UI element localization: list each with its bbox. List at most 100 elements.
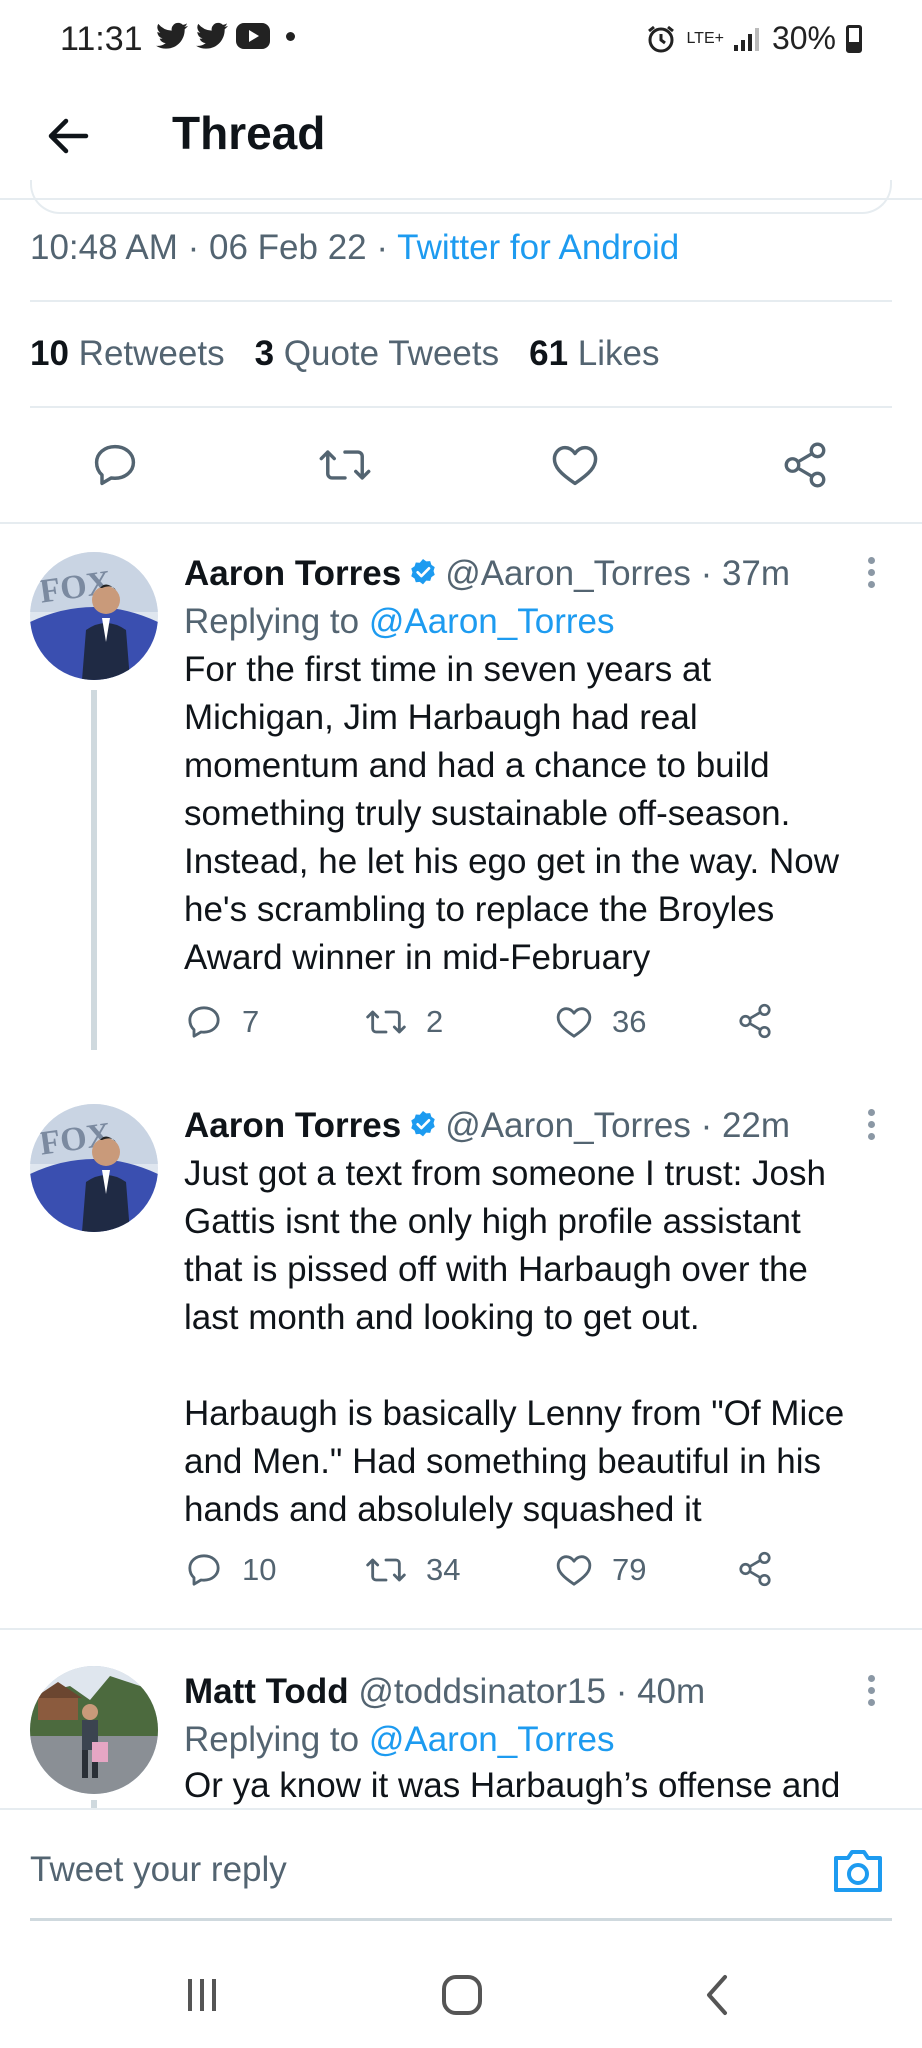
tweet-meta: 10:48 AM · 06 Feb 22 · Twitter for Andro…	[30, 228, 679, 268]
retweet-count: 34	[426, 1552, 461, 1587]
more-options-button[interactable]	[864, 1670, 878, 1710]
tweet-header: Aaron Torres @Aaron_Torres · 37m	[184, 554, 790, 594]
heart-icon	[552, 445, 598, 486]
tweet-stats: 10 Retweets 3 Quote Tweets 61 Likes	[30, 334, 660, 374]
tweet-actions	[0, 430, 922, 500]
reply-button[interactable]: 10	[184, 1550, 276, 1590]
likes-stat[interactable]: 61 Likes	[529, 334, 659, 374]
tweet-age: · 40m	[615, 1672, 706, 1711]
reply-composer: Tweet your reply	[0, 1808, 922, 1920]
avatar-image: FOX	[30, 552, 158, 680]
author-name[interactable]: Aaron Torres	[184, 554, 401, 593]
avatar[interactable]: FOX	[30, 1104, 158, 1232]
share-icon	[739, 1551, 771, 1587]
author-handle[interactable]: @Aaron_Torres	[445, 554, 691, 593]
chevron-left-icon	[707, 1975, 727, 2015]
retweets-label: Retweets	[78, 334, 225, 373]
retweet-icon	[319, 450, 371, 480]
replying-to: Replying to @Aaron_Torres	[184, 1720, 614, 1760]
composer-underline	[30, 1918, 892, 1921]
tweet-text: Just got a text from someone I trust: Jo…	[184, 1154, 845, 1529]
avatar[interactable]	[30, 1666, 158, 1794]
tweet-header: Aaron Torres @Aaron_Torres · 22m	[184, 1106, 790, 1146]
tweet-action-bar: 10 34 79	[184, 1550, 804, 1600]
like-button[interactable]	[540, 430, 610, 500]
camera-button[interactable]	[830, 1846, 886, 1896]
reply-tweet[interactable]: FOX Aaron Torres @Aaron_Torres · 37m Repl…	[0, 540, 922, 1080]
like-button[interactable]: 36	[554, 1002, 646, 1042]
avatar[interactable]: FOX	[30, 552, 158, 680]
quotes-label: Quote Tweets	[283, 334, 500, 373]
page-title: Thread	[172, 107, 326, 159]
like-button[interactable]: 79	[554, 1550, 646, 1590]
twitter-icon	[196, 22, 228, 49]
retweet-button[interactable]	[310, 430, 380, 500]
likes-label: Likes	[577, 334, 660, 373]
quotes-stat[interactable]: 3 Quote Tweets	[255, 334, 500, 374]
retweet-button[interactable]: 34	[364, 1550, 460, 1590]
more-options-button[interactable]	[864, 1104, 878, 1144]
more-options-button[interactable]	[864, 552, 878, 592]
replying-to-handle[interactable]: @Aaron_Torres	[369, 1720, 615, 1759]
divider	[0, 1628, 922, 1630]
divider	[0, 522, 922, 524]
youtube-icon	[236, 23, 270, 49]
reply-input[interactable]: Tweet your reply	[30, 1850, 287, 1890]
comment-icon	[188, 1554, 220, 1586]
share-icon	[784, 442, 826, 488]
replying-to-label: Replying to	[184, 602, 360, 641]
thread-line	[91, 1800, 97, 1808]
home-icon	[442, 1975, 482, 2015]
back-button[interactable]	[40, 108, 96, 164]
share-icon	[739, 1003, 771, 1039]
status-time: 11:31	[60, 20, 143, 58]
like-count: 36	[612, 1004, 647, 1039]
quotes-count: 3	[254, 334, 275, 373]
divider	[30, 406, 892, 408]
comment-icon	[94, 444, 136, 486]
author-name[interactable]: Matt Todd	[184, 1672, 349, 1711]
retweet-icon	[366, 1558, 406, 1582]
reply-tweet[interactable]: FOX Aaron Torres @Aaron_Torres · 22m Just…	[0, 1090, 922, 1610]
tweet-age: · 37m	[700, 554, 791, 593]
status-right: LTE+ 30%	[646, 20, 862, 57]
reply-count: 10	[242, 1552, 277, 1587]
share-button[interactable]	[770, 430, 840, 500]
twitter-icon	[156, 22, 188, 49]
home-button[interactable]	[432, 1970, 492, 2020]
meta-separator: ·	[187, 228, 210, 267]
author-handle[interactable]: @Aaron_Torres	[445, 1106, 691, 1145]
reply-button[interactable]	[80, 430, 150, 500]
network-type: LTE+	[686, 29, 724, 47]
retweet-icon	[366, 1010, 406, 1034]
comment-icon	[188, 1006, 220, 1038]
dot-icon	[286, 31, 295, 41]
retweet-button[interactable]: 2	[364, 1002, 443, 1042]
reply-button[interactable]: 7	[184, 1002, 259, 1042]
replying-to-handle[interactable]: @Aaron_Torres	[369, 602, 615, 641]
retweet-count: 2	[426, 1004, 444, 1039]
system-nav-bar	[0, 1940, 922, 2048]
likes-count: 61	[529, 334, 569, 373]
battery-icon	[846, 24, 862, 53]
recents-icon	[188, 1979, 216, 2011]
like-count: 79	[612, 1552, 647, 1587]
status-bar: 11:31 LTE+ 30%	[0, 0, 922, 80]
tweet-action-bar: 7 2 36	[184, 1002, 804, 1052]
tweet-source-link[interactable]: Twitter for Android	[397, 228, 679, 267]
share-button[interactable]	[736, 1002, 774, 1040]
share-button[interactable]	[736, 1550, 774, 1588]
signal-icon	[733, 27, 759, 51]
arrow-left-icon	[48, 118, 89, 154]
thread-line	[91, 690, 97, 1050]
tweet-time: 10:48 AM	[30, 228, 178, 267]
author-handle[interactable]: @toddsinator15	[358, 1672, 606, 1711]
alarm-icon	[648, 25, 675, 52]
tweet-header: Matt Todd @toddsinator15 · 40m	[184, 1672, 705, 1712]
retweets-stat[interactable]: 10 Retweets	[30, 334, 225, 374]
recent-apps-button[interactable]	[172, 1970, 232, 2020]
back-nav-button[interactable]	[688, 1970, 748, 2020]
tweet-text: Or ya know it was Harbaugh’s offense and	[184, 1766, 841, 1805]
reply-tweet[interactable]: Matt Todd @toddsinator15 · 40m Replying …	[0, 1640, 922, 1808]
author-name[interactable]: Aaron Torres	[184, 1106, 401, 1145]
